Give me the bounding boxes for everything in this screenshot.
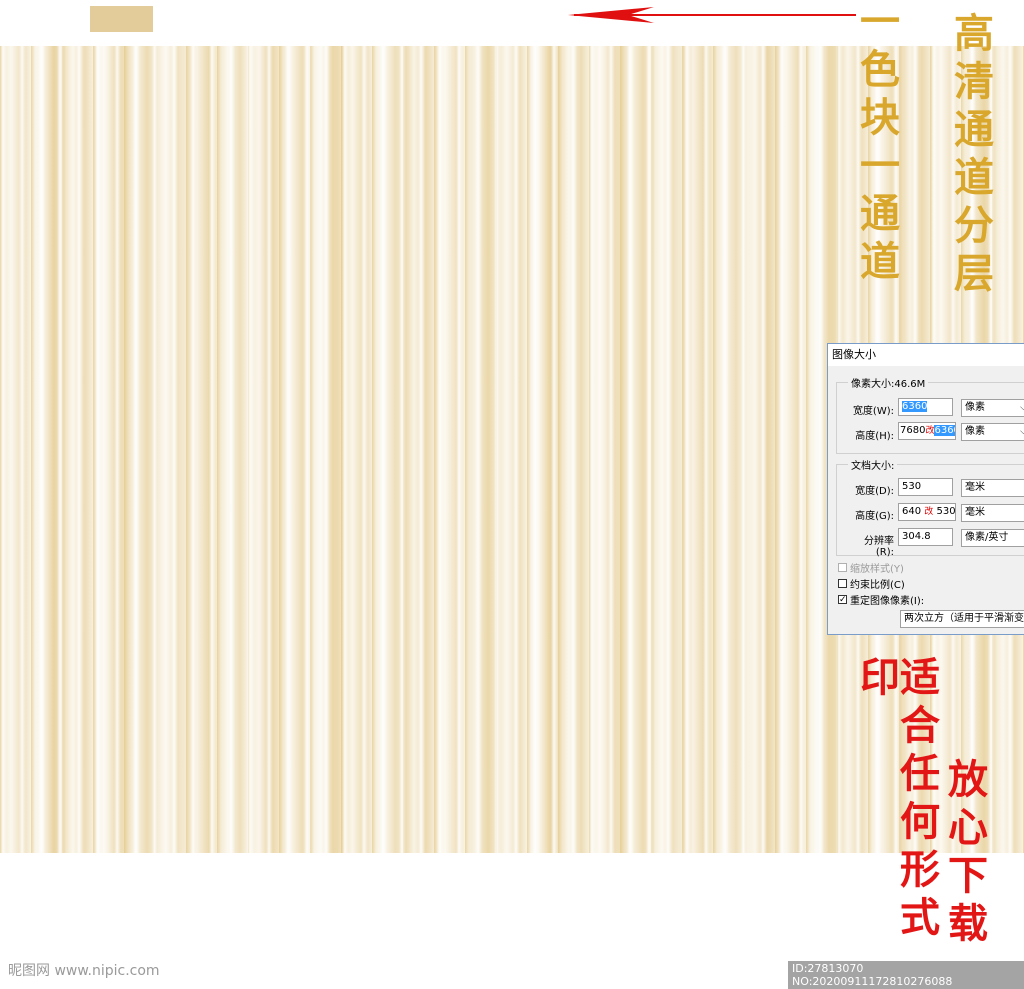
color-swatch bbox=[90, 6, 153, 32]
doc-height-unit-select[interactable]: 毫米 bbox=[961, 504, 1024, 522]
arrow-left-icon bbox=[568, 7, 856, 23]
doc-width-unit: 毫米 bbox=[965, 482, 985, 493]
caption-one-color-one-channel: 一色块一通道 bbox=[853, 0, 900, 288]
constrain-proportions-label: 约束比例(C) bbox=[850, 580, 905, 591]
pixel-width-unit: 像素 bbox=[965, 402, 985, 413]
resolution-unit-select[interactable]: 像素/英寸 bbox=[961, 529, 1024, 547]
pixel-height-input[interactable]: 7680改6360 bbox=[898, 422, 956, 440]
pixel-dimensions-label: 像素大小:46.6M bbox=[848, 375, 929, 390]
resample-method-select[interactable]: 两次立方（适用于平滑渐变 bbox=[900, 610, 1024, 628]
constrain-proportions-checkbox[interactable]: 约束比例(C) bbox=[838, 576, 905, 591]
pixel-height-unit: 像素 bbox=[965, 426, 985, 437]
caption-suitable-for-printing: 适合任何形式印 bbox=[853, 656, 940, 944]
scale-styles-checkbox[interactable]: 缩放样式(Y) bbox=[838, 560, 904, 575]
doc-width-label: 宽度(D): bbox=[855, 486, 894, 497]
resample-method-value: 两次立方（适用于平滑渐变 bbox=[904, 613, 1024, 624]
doc-height-old-value: 640 bbox=[902, 506, 922, 517]
doc-height-unit: 毫米 bbox=[965, 507, 985, 518]
doc-height-input[interactable]: 640 改 530 bbox=[898, 503, 956, 521]
doc-width-input[interactable]: 530 bbox=[898, 478, 953, 496]
watermark-site: 昵图网 www.nipic.com bbox=[8, 963, 160, 979]
pixel-width-value: 6360 bbox=[902, 401, 928, 412]
resample-image-checkbox[interactable]: ✓ 重定图像像素(I): bbox=[838, 592, 924, 607]
pixel-height-unit-select[interactable]: 像素 ⌵ bbox=[961, 423, 1024, 441]
resolution-input[interactable]: 304.8 bbox=[898, 528, 953, 546]
caption-hd-channel-layers: 高清通道分层 bbox=[947, 12, 994, 300]
image-size-dialog: 图像大小 像素大小:46.6M 宽度(W): 6360 像素 ⌵ 高度(H): 7… bbox=[827, 343, 1024, 635]
watermark-id: ID:27813070 NO:20200911172810276088 bbox=[788, 961, 1024, 989]
pixel-width-input[interactable]: 6360 bbox=[898, 398, 953, 416]
resolution-unit: 像素/英寸 bbox=[965, 532, 1009, 543]
pixel-height-value: 6360 bbox=[934, 425, 955, 436]
caption-download-safely: 放心下载 bbox=[941, 758, 988, 950]
pixel-height-old-value: 7680 bbox=[900, 425, 926, 436]
resolution-label: 分辨率(R): bbox=[864, 536, 894, 558]
dialog-title: 图像大小 bbox=[828, 344, 1024, 366]
pixel-width-label: 宽度(W): bbox=[852, 406, 894, 417]
doc-height-edit-mark: 改 bbox=[924, 507, 934, 517]
document-size-label: 文档大小: bbox=[848, 457, 898, 472]
doc-width-unit-select[interactable]: 毫米 bbox=[961, 479, 1024, 497]
checkbox-box bbox=[838, 563, 847, 572]
pixel-dimensions-group bbox=[836, 382, 1024, 454]
chevron-down-icon: ⌵ bbox=[1020, 400, 1024, 416]
pixel-height-label: 高度(H): bbox=[855, 431, 894, 442]
resample-image-label: 重定图像像素(I): bbox=[850, 596, 925, 607]
checkbox-box bbox=[838, 579, 847, 588]
pixel-width-unit-select[interactable]: 像素 ⌵ bbox=[961, 399, 1024, 417]
doc-height-label: 高度(G): bbox=[855, 511, 894, 522]
scale-styles-label: 缩放样式(Y) bbox=[850, 564, 904, 575]
chevron-down-icon: ⌵ bbox=[1020, 424, 1024, 440]
doc-height-value: 530 bbox=[936, 506, 956, 517]
checkmark-icon: ✓ bbox=[838, 595, 847, 605]
